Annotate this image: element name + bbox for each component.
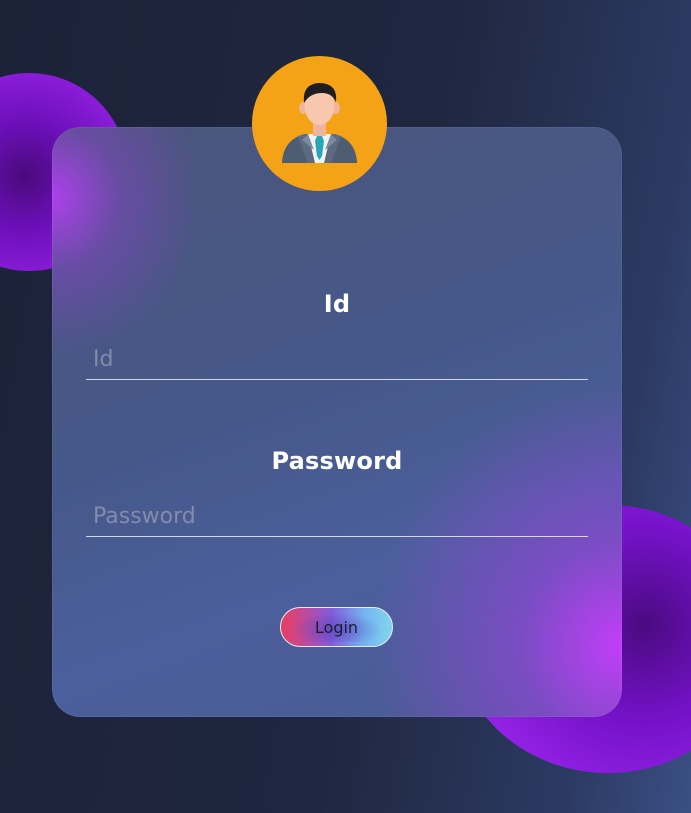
user-avatar: [252, 56, 387, 191]
password-label: Password: [271, 447, 403, 475]
login-button-label: Login: [314, 617, 359, 637]
id-input[interactable]: [86, 340, 588, 380]
user-avatar-icon: [282, 83, 357, 163]
id-label: Id: [323, 290, 351, 318]
login-screen: Id Password Login: [0, 0, 691, 813]
login-card: Id Password Login: [52, 127, 622, 717]
login-button[interactable]: Login: [280, 607, 393, 647]
password-input[interactable]: [86, 497, 588, 537]
